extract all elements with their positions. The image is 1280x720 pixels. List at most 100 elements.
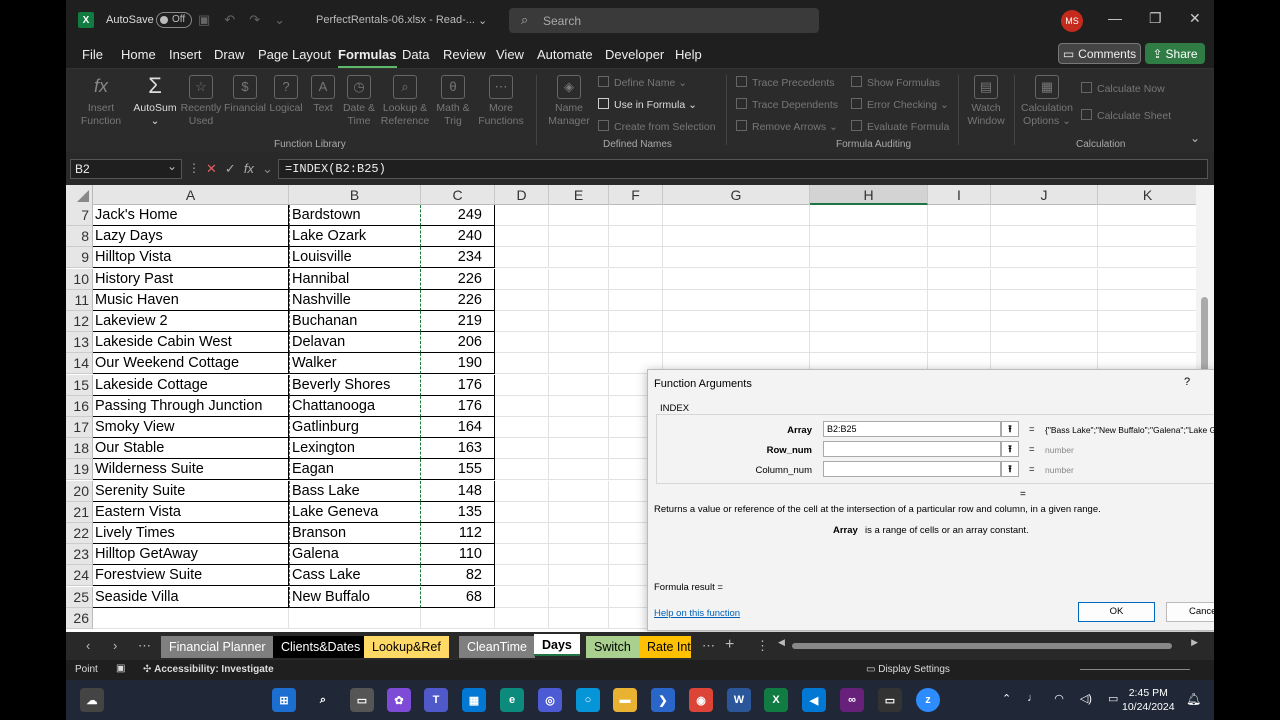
- tab-help[interactable]: Help: [675, 47, 702, 62]
- empty-cell[interactable]: [609, 205, 663, 226]
- empty-cell[interactable]: [549, 205, 609, 226]
- math-trig-button[interactable]: θ Math & Trig: [432, 75, 474, 128]
- trace-dependents-button[interactable]: Trace Dependents: [736, 98, 838, 111]
- empty-cell[interactable]: [495, 607, 549, 629]
- empty-cell[interactable]: [609, 289, 663, 311]
- empty-cell[interactable]: [495, 205, 549, 226]
- cell-a[interactable]: Wilderness Suite: [93, 459, 289, 481]
- cell-b[interactable]: Galena: [289, 544, 421, 566]
- visual-studio-icon[interactable]: ∞: [840, 688, 864, 712]
- empty-cell[interactable]: [609, 311, 663, 332]
- notifications-icon[interactable]: 🔔︎: [1186, 692, 1201, 706]
- empty-cell[interactable]: [810, 289, 928, 311]
- cell-a[interactable]: Eastern Vista: [93, 501, 289, 523]
- empty-cell[interactable]: [991, 205, 1098, 226]
- tab-view[interactable]: View: [496, 47, 524, 62]
- cell-c[interactable]: 135: [421, 501, 495, 523]
- empty-cell[interactable]: [1098, 311, 1198, 332]
- financial-button[interactable]: $ Financial: [222, 75, 268, 115]
- cell-a[interactable]: Lakeview 2: [93, 311, 289, 332]
- tab-automate[interactable]: Automate: [537, 47, 593, 62]
- row-header[interactable]: 19: [66, 459, 93, 481]
- cell-a[interactable]: Serenity Suite: [93, 480, 289, 502]
- empty-cell[interactable]: [495, 268, 549, 290]
- column-header-b[interactable]: B: [289, 185, 421, 205]
- accessibility-status[interactable]: ✣ Accessibility: Investigate: [143, 664, 274, 675]
- row-header[interactable]: 15: [66, 374, 93, 396]
- empty-cell[interactable]: [928, 268, 991, 290]
- task-view-icon[interactable]: ▭: [350, 688, 374, 712]
- empty-cell[interactable]: [495, 544, 549, 566]
- empty-cell[interactable]: [549, 565, 609, 587]
- cell-c[interactable]: 155: [421, 459, 495, 481]
- error-checking-button[interactable]: Error Checking ⌄: [851, 98, 949, 111]
- row-num-input[interactable]: [823, 441, 1001, 457]
- comments-button[interactable]: ▭ Comments: [1058, 43, 1141, 64]
- cell-b[interactable]: Hannibal: [289, 268, 421, 290]
- cell-c[interactable]: 112: [421, 523, 495, 544]
- column-header-d[interactable]: D: [495, 185, 549, 205]
- empty-cell[interactable]: [549, 523, 609, 544]
- row-header[interactable]: 21: [66, 501, 93, 523]
- horizontal-scrollbar[interactable]: ◀ ▶: [778, 637, 1198, 652]
- powershell-icon[interactable]: ❯: [651, 688, 675, 712]
- terminal-icon[interactable]: ▭: [878, 688, 902, 712]
- store-icon[interactable]: ▦: [462, 688, 486, 712]
- create-from-selection-button[interactable]: Create from Selection: [598, 120, 716, 133]
- empty-cell[interactable]: [495, 332, 549, 354]
- cell-c[interactable]: 190: [421, 353, 495, 375]
- empty-cell[interactable]: [991, 311, 1098, 332]
- row-header[interactable]: 17: [66, 417, 93, 438]
- tab-formulas[interactable]: Formulas: [338, 47, 397, 68]
- cell-c[interactable]: 82: [421, 565, 495, 587]
- cortana-icon[interactable]: ○: [576, 688, 600, 712]
- cell-c[interactable]: 148: [421, 480, 495, 502]
- recently-used-button[interactable]: ☆ Recently Used: [178, 75, 224, 128]
- more-functions-button[interactable]: ⋯ More Functions: [476, 75, 526, 128]
- autosave-toggle[interactable]: Off: [156, 12, 192, 28]
- empty-cell[interactable]: [495, 353, 549, 375]
- empty-cell[interactable]: [495, 586, 549, 608]
- redo-icon[interactable]: ↷: [249, 12, 260, 28]
- zoom-slider[interactable]: [1080, 669, 1190, 670]
- empty-cell[interactable]: [495, 438, 549, 460]
- search-input[interactable]: ⌕ Search: [509, 8, 819, 33]
- cell-a[interactable]: Jack's Home: [93, 205, 289, 226]
- row-header[interactable]: 20: [66, 480, 93, 502]
- calculate-now-button[interactable]: Calculate Now: [1081, 82, 1165, 95]
- cell-a[interactable]: Forestview Suite: [93, 565, 289, 587]
- cell-c[interactable]: 249: [421, 205, 495, 226]
- collapse-dialog-icon[interactable]: ⭱: [1001, 441, 1019, 457]
- cancel-button[interactable]: Cancel: [1166, 602, 1214, 622]
- row-header[interactable]: 8: [66, 226, 93, 248]
- empty-cell[interactable]: [549, 438, 609, 460]
- cell-c[interactable]: 226: [421, 268, 495, 290]
- cell-a[interactable]: Lazy Days: [93, 226, 289, 248]
- empty-cell[interactable]: [991, 332, 1098, 354]
- empty-cell[interactable]: [928, 289, 991, 311]
- tab-file[interactable]: File: [82, 47, 103, 62]
- cell-b[interactable]: Bardstown: [289, 205, 421, 226]
- sheet-tab[interactable]: Switch: [586, 636, 639, 658]
- cell-c[interactable]: 176: [421, 395, 495, 417]
- empty-cell[interactable]: [663, 289, 810, 311]
- empty-cell[interactable]: [1098, 226, 1198, 248]
- cell-b[interactable]: Louisville: [289, 247, 421, 269]
- sheet-tab[interactable]: Rate Int: [639, 636, 691, 658]
- empty-cell[interactable]: [549, 332, 609, 354]
- empty-cell[interactable]: [991, 247, 1098, 269]
- cell-c[interactable]: 234: [421, 247, 495, 269]
- ok-button[interactable]: OK: [1078, 602, 1155, 622]
- cell-a[interactable]: Our Weekend Cottage: [93, 353, 289, 375]
- empty-cell[interactable]: [549, 226, 609, 248]
- sheet-tab[interactable]: Days: [534, 634, 580, 656]
- battery-icon[interactable]: ▭: [1108, 692, 1118, 705]
- undo-icon[interactable]: ↶: [224, 12, 235, 28]
- empty-cell[interactable]: [1098, 289, 1198, 311]
- empty-cell[interactable]: [1098, 247, 1198, 269]
- search-icon[interactable]: ⌕: [311, 688, 335, 712]
- column-header-e[interactable]: E: [549, 185, 609, 205]
- cell-a[interactable]: History Past: [93, 268, 289, 290]
- column-header-h[interactable]: H: [810, 185, 928, 205]
- scroll-tabs-right-icon[interactable]: ›: [113, 638, 117, 653]
